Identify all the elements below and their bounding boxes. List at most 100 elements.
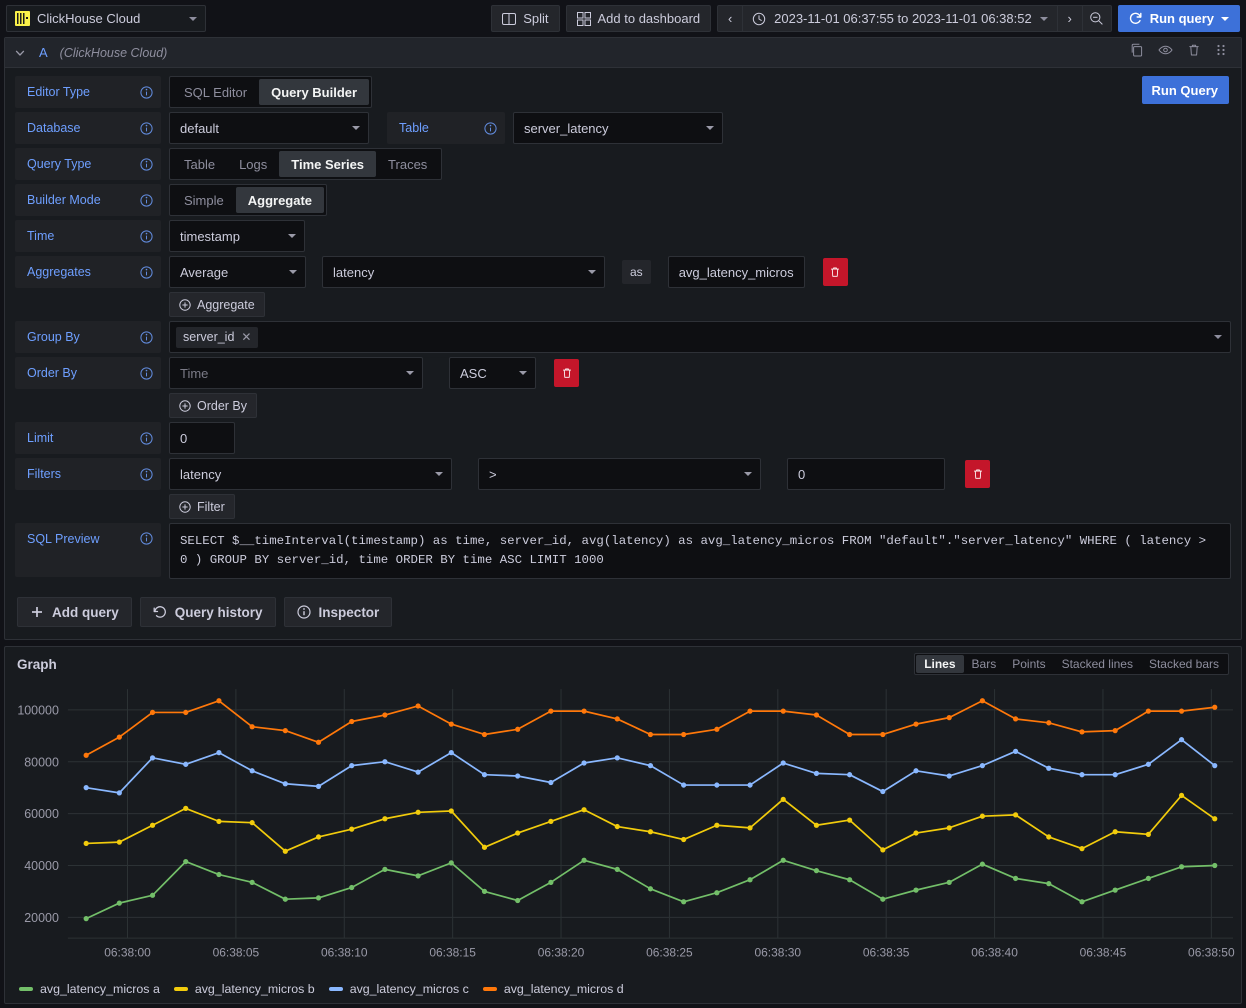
data-point	[1146, 709, 1151, 714]
query-history-button[interactable]: Query history	[140, 597, 276, 627]
group-by-chip[interactable]: server_id ✕	[176, 327, 258, 348]
legend-item[interactable]: avg_latency_micros a	[19, 982, 160, 996]
info-icon[interactable]	[140, 194, 153, 207]
query-type-option-time-series[interactable]: Time Series	[279, 151, 376, 177]
data-point	[1179, 865, 1184, 870]
graph-plot-area[interactable]: 2000040000600008000010000006:38:0006:38:…	[5, 681, 1241, 977]
add-query-button[interactable]: Add query	[17, 597, 132, 627]
dashboard-grid-icon	[577, 12, 591, 26]
legend-item[interactable]: avg_latency_micros d	[483, 982, 624, 996]
builder-mode-option-simple[interactable]: Simple	[172, 187, 236, 213]
add-filter-button[interactable]: Filter	[169, 494, 235, 519]
aggregate-function-select[interactable]: Average	[169, 256, 306, 288]
data-point	[117, 791, 122, 796]
limit-input[interactable]: 0	[169, 422, 235, 454]
legend-item[interactable]: avg_latency_micros c	[329, 982, 469, 996]
info-icon[interactable]	[140, 432, 153, 445]
data-point	[150, 893, 155, 898]
group-by-chipbox[interactable]: server_id ✕	[169, 321, 1231, 353]
add-aggregate-button[interactable]: Aggregate	[169, 292, 265, 317]
data-point	[382, 817, 387, 822]
data-point	[847, 818, 852, 823]
legend-item[interactable]: avg_latency_micros b	[174, 982, 315, 996]
info-icon[interactable]	[140, 468, 153, 481]
remove-aggregate-button[interactable]	[823, 258, 848, 286]
query-type-option-logs[interactable]: Logs	[227, 151, 279, 177]
data-point	[1212, 863, 1217, 868]
chevron-left-icon: ‹	[728, 11, 732, 26]
data-point	[747, 826, 752, 831]
graph-mode-points[interactable]: Points	[1004, 655, 1053, 673]
info-icon[interactable]	[140, 158, 153, 171]
filter-column-select[interactable]: latency	[169, 458, 452, 490]
editor-run-query-button[interactable]: Run Query	[1142, 76, 1229, 104]
info-icon[interactable]	[484, 122, 497, 135]
info-icon[interactable]	[140, 266, 153, 279]
database-select[interactable]: default	[169, 112, 369, 144]
datasource-picker[interactable]: ClickHouse Cloud	[6, 5, 206, 32]
field-editor-type: SQL Editor Query Builder	[169, 76, 372, 108]
data-point	[515, 831, 520, 836]
copy-icon[interactable]	[1130, 43, 1144, 62]
filter-value-input[interactable]: 0	[787, 458, 945, 490]
data-point	[150, 710, 155, 715]
info-icon[interactable]	[140, 331, 153, 344]
query-ref-id[interactable]: A	[39, 45, 48, 60]
editor-type-option-sql-editor[interactable]: SQL Editor	[172, 79, 259, 105]
order-by-direction-select[interactable]: ASC	[449, 357, 536, 389]
zoom-out-button[interactable]	[1082, 5, 1112, 32]
timeseries-plot[interactable]: 2000040000600008000010000006:38:0006:38:…	[5, 681, 1241, 977]
remove-filter-button[interactable]	[965, 460, 990, 488]
time-range-prev-button[interactable]: ‹	[717, 5, 742, 32]
data-point	[250, 820, 255, 825]
filter-operator-select[interactable]: >	[478, 458, 761, 490]
remove-chip-icon[interactable]: ✕	[241, 331, 251, 343]
add-to-dashboard-button[interactable]: Add to dashboard	[566, 5, 712, 32]
builder-mode-option-aggregate[interactable]: Aggregate	[236, 187, 324, 213]
remove-order-by-button[interactable]	[554, 359, 579, 387]
editor-type-option-query-builder[interactable]: Query Builder	[259, 79, 369, 105]
data-point	[183, 806, 188, 811]
graph-mode-bars[interactable]: Bars	[964, 655, 1005, 673]
data-point	[781, 761, 786, 766]
run-query-button[interactable]: Run query	[1118, 5, 1240, 32]
trash-icon[interactable]	[1187, 43, 1201, 62]
inspector-button[interactable]: Inspector	[284, 597, 393, 627]
sql-preview-text[interactable]: SELECT $__timeInterval(timestamp) as tim…	[169, 523, 1231, 579]
y-axis-tick-label: 100000	[17, 704, 59, 718]
data-point	[1113, 888, 1118, 893]
builder-mode-label-text: Builder Mode	[27, 193, 101, 207]
drag-handle-icon[interactable]	[1215, 43, 1227, 62]
graph-mode-stacked-bars[interactable]: Stacked bars	[1141, 655, 1227, 673]
y-axis-tick-label: 60000	[24, 808, 59, 822]
time-column-select[interactable]: timestamp	[169, 220, 305, 252]
aggregate-alias-input[interactable]: avg_latency_micros	[668, 256, 805, 288]
order-by-column-select[interactable]: Time	[169, 357, 423, 389]
aggregate-column-select[interactable]: latency	[322, 256, 605, 288]
split-button[interactable]: Split	[491, 5, 559, 32]
run-query-label: Run query	[1150, 11, 1214, 26]
add-order-by-button[interactable]: Order By	[169, 393, 257, 418]
row-add-order-by: Order By	[15, 393, 1231, 418]
graph-mode-lines[interactable]: Lines	[916, 655, 963, 673]
label-order-by: Order By	[15, 357, 161, 389]
row-sql-preview: SQL Preview SELECT $__timeInterval(times…	[15, 523, 1231, 579]
info-icon[interactable]	[140, 367, 153, 380]
label-sql-preview: SQL Preview	[15, 523, 161, 577]
time-range-picker[interactable]: 2023-11-01 06:37:55 to 2023-11-01 06:38:…	[742, 5, 1057, 32]
eye-icon[interactable]	[1158, 43, 1173, 62]
table-select[interactable]: server_latency	[513, 112, 723, 144]
info-icon[interactable]	[140, 122, 153, 135]
info-icon[interactable]	[140, 86, 153, 99]
collapse-query-icon[interactable]	[13, 46, 27, 60]
data-point	[548, 709, 553, 714]
query-type-option-traces[interactable]: Traces	[376, 151, 439, 177]
graph-mode-stacked-lines[interactable]: Stacked lines	[1054, 655, 1141, 673]
label-limit: Limit	[15, 422, 161, 454]
query-type-option-table[interactable]: Table	[172, 151, 227, 177]
data-point	[216, 750, 221, 755]
x-axis-tick-label: 06:38:35	[863, 946, 910, 960]
info-icon[interactable]	[140, 230, 153, 243]
time-range-next-button[interactable]: ›	[1057, 5, 1082, 32]
info-icon[interactable]	[140, 532, 153, 545]
